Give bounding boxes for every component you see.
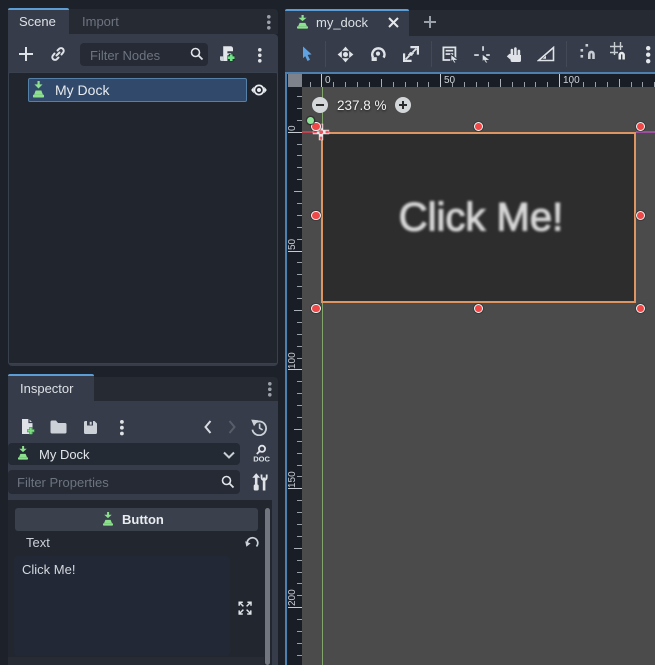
- svg-text:DOC: DOC: [253, 455, 270, 464]
